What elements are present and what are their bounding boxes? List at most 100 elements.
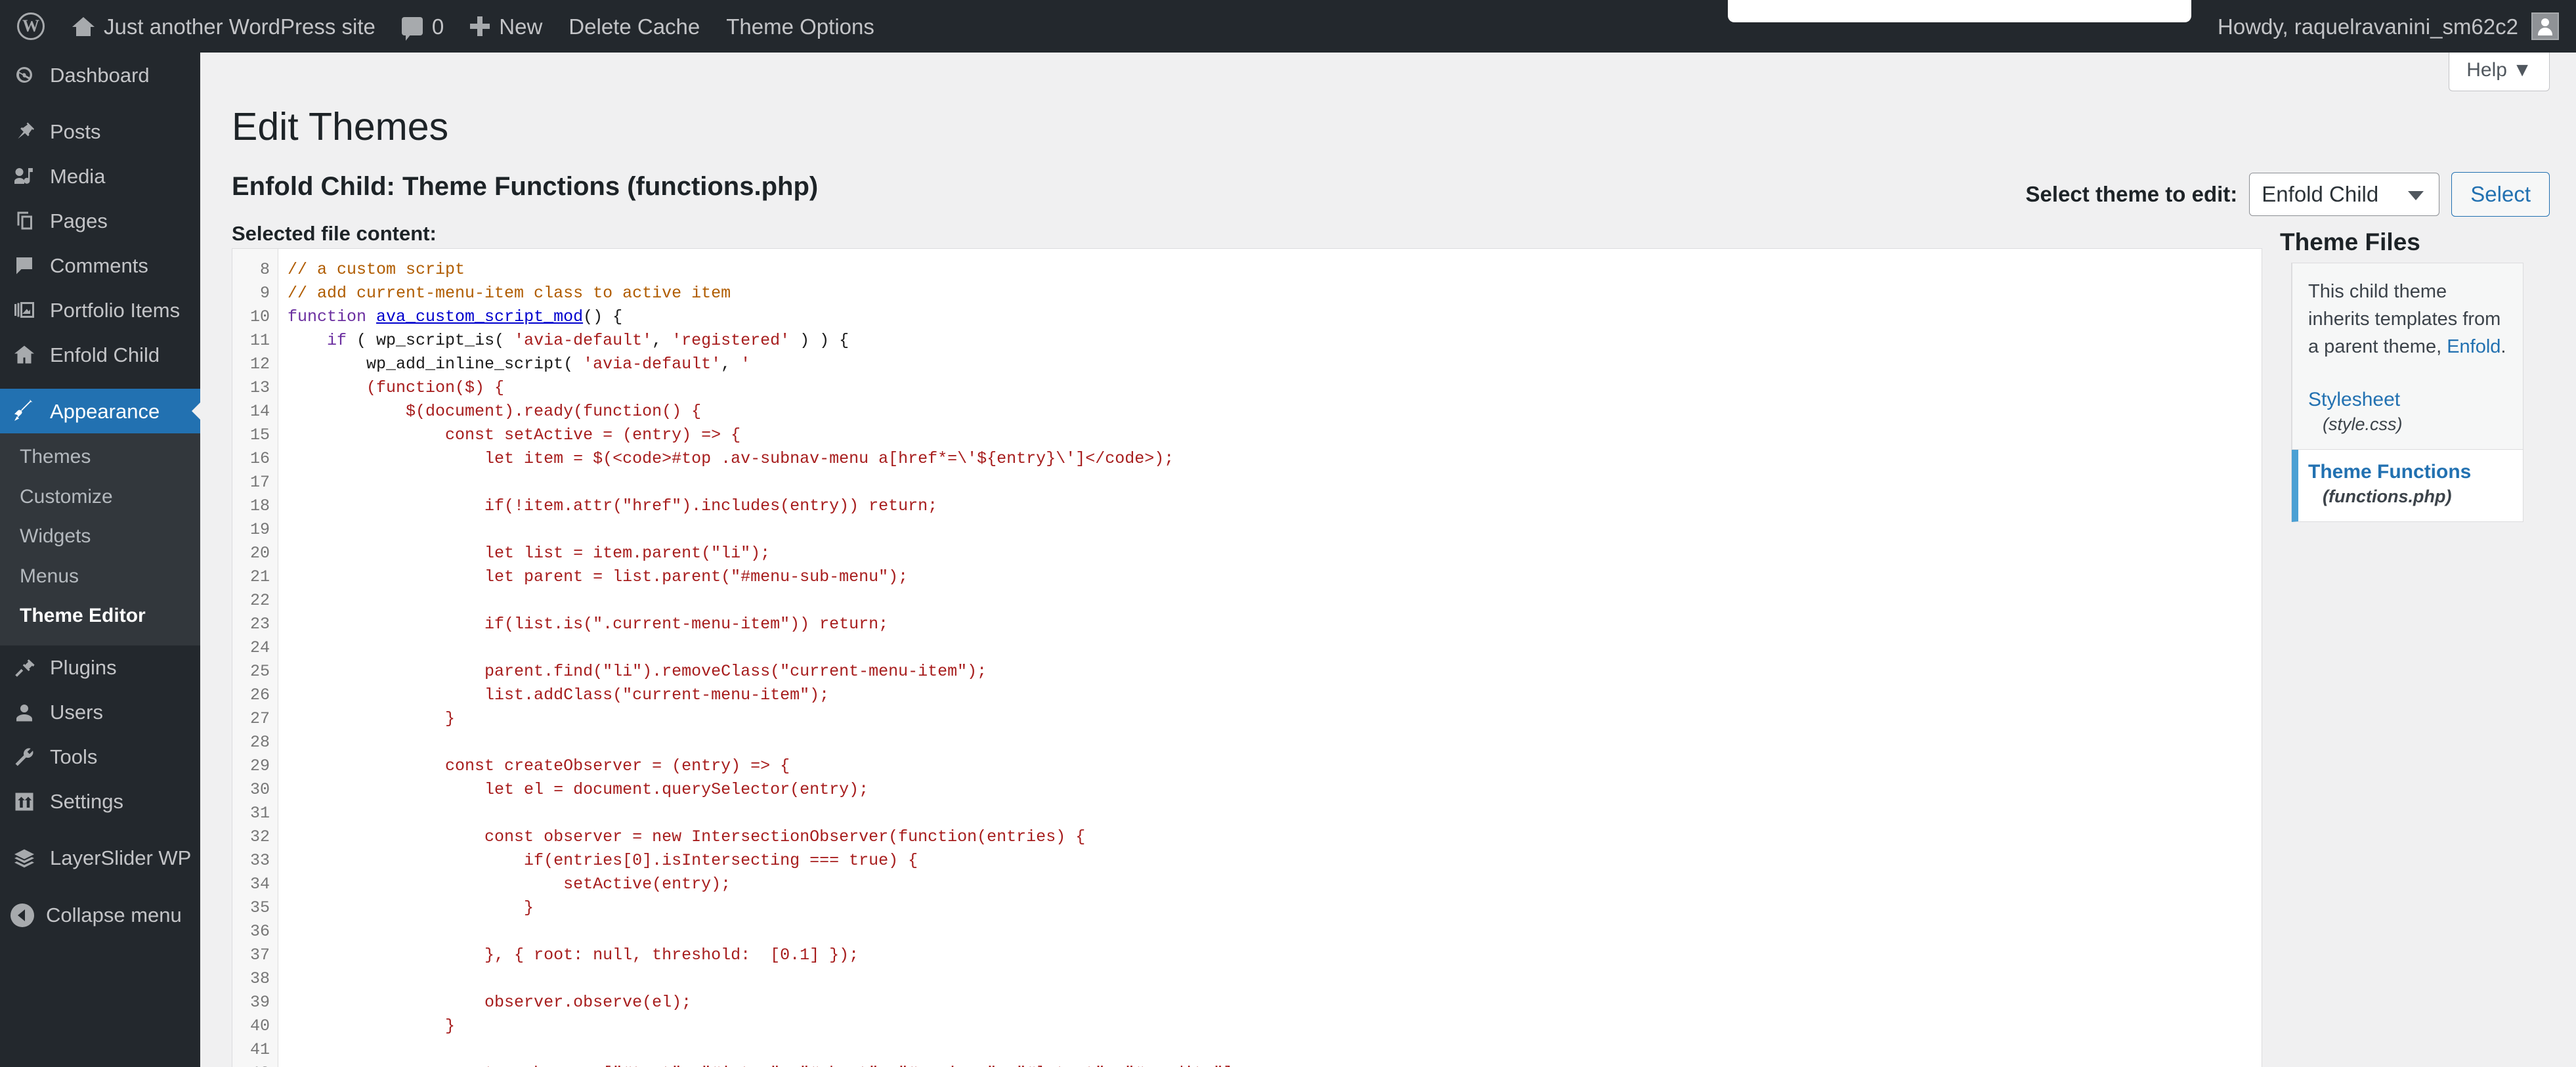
code-line: } [288, 707, 2262, 731]
sidebar-label: Pages [50, 211, 108, 231]
code-line [288, 1038, 2262, 1062]
sidebar-subitem-menus[interactable]: Menus [0, 557, 200, 597]
sidebar-label: Media [50, 166, 105, 186]
theme-file-filename: (style.css) [2308, 412, 2507, 437]
help-tab-button[interactable]: Help ▼ [2449, 53, 2550, 91]
page-title: Edit Themes [232, 104, 448, 150]
sidebar-label: LayerSlider WP [50, 848, 191, 868]
line-number: 25 [232, 660, 278, 684]
code-line: const createObserver = (entry) => { [288, 754, 2262, 778]
wordpress-logo-icon: W [17, 12, 45, 40]
code-token-string: $(document).ready(function() { [288, 402, 701, 421]
code-token-comment: // add current-menu-item class to active… [288, 284, 731, 303]
wordpress-logo-menu[interactable]: W [0, 0, 59, 53]
sidebar-item-portfolio-items[interactable]: Portfolio Items [0, 288, 200, 332]
code-line: }, { root: null, threshold: [0.1] }); [288, 944, 2262, 967]
delete-cache-label: Delete Cache [569, 16, 700, 37]
sidebar-item-media[interactable]: Media [0, 154, 200, 198]
code-token-string: }, { root: null, threshold: [0.1] }); [288, 946, 859, 965]
line-number: 10 [232, 305, 278, 329]
code-line: } [288, 1014, 2262, 1038]
sidebar-item-layerslider-wp[interactable]: LayerSlider WP [0, 836, 200, 881]
delete-cache-menu[interactable]: Delete Cache [555, 0, 713, 53]
wrench-icon [11, 743, 38, 771]
theme-file-name: Theme Functions [2308, 459, 2507, 485]
sidebar-item-settings[interactable]: Settings [0, 779, 200, 824]
file-heading: Enfold Child: Theme Functions (functions… [232, 169, 818, 204]
line-number: 26 [232, 684, 278, 707]
code-token-string: let item = $(<code>#top .av-subnav-menu … [288, 449, 1174, 468]
select-theme-button[interactable]: Select [2451, 172, 2550, 217]
new-content-menu[interactable]: New [457, 0, 555, 53]
code-token-string: let parent = list.parent("#menu-sub-menu… [288, 567, 908, 586]
code-token-string: const anchors = ["#test", "#intro", "#ab… [288, 1064, 1243, 1067]
browser-suggestion-overlay [1728, 0, 2191, 22]
sidebar-item-dashboard[interactable]: Dashboard [0, 53, 200, 97]
line-number: 22 [232, 589, 278, 613]
line-number: 13 [232, 376, 278, 400]
sidebar-subitem-widgets[interactable]: Widgets [0, 517, 200, 557]
avatar [2531, 12, 2559, 40]
code-token-string: } [288, 1016, 455, 1035]
theme-files-list: Stylesheet(style.css)Theme Functions(fun… [2292, 378, 2523, 522]
sidebar-subitem-theme-editor[interactable]: Theme Editor [0, 596, 200, 636]
line-number: 32 [232, 825, 278, 849]
sidebar-item-pages[interactable]: Pages [0, 198, 200, 243]
code-token-string: setActive(entry); [288, 875, 731, 894]
code-token-string: if(!item.attr("href").includes(entry)) r… [288, 496, 937, 515]
site-name-menu[interactable]: Just another WordPress site [59, 0, 389, 53]
theme-select-dropdown[interactable]: Enfold Child [2249, 173, 2439, 216]
theme-file-item[interactable]: Stylesheet(style.css) [2292, 378, 2523, 450]
sidebar-subitem-themes[interactable]: Themes [0, 437, 200, 477]
line-number: 19 [232, 518, 278, 542]
comments-bubble[interactable]: 0 [389, 0, 457, 53]
home-theme-icon [11, 341, 38, 368]
line-number-gutter: 8910111213141516171819202122232425262728… [232, 249, 278, 1067]
sidebar-item-posts[interactable]: Posts [0, 109, 200, 154]
line-number: 12 [232, 353, 278, 376]
users-icon [11, 699, 38, 726]
sidebar-item-plugins[interactable]: Plugins [0, 645, 200, 690]
code-token-plain [288, 331, 327, 350]
code-line [288, 920, 2262, 944]
code-token-string: let list = item.parent("li"); [288, 544, 770, 563]
line-number: 27 [232, 707, 278, 731]
code-content-area[interactable]: // a custom script // add current-menu-it… [278, 249, 2262, 1067]
code-line: setActive(entry); [288, 873, 2262, 896]
pages-icon [11, 207, 38, 234]
line-number: 31 [232, 802, 278, 825]
sidebar-item-users[interactable]: Users [0, 690, 200, 735]
sidebar-item-tools[interactable]: Tools [0, 735, 200, 779]
description-suffix: . [2501, 336, 2506, 357]
code-line: parent.find("li").removeClass("current-m… [288, 660, 2262, 684]
collapse-menu-button[interactable]: Collapse menu [0, 892, 200, 938]
code-line [288, 967, 2262, 991]
pin-icon [11, 118, 38, 145]
parent-theme-link[interactable]: Enfold [2447, 336, 2501, 357]
code-line: const anchors = ["#test", "#intro", "#ab… [288, 1062, 2262, 1067]
code-editor[interactable]: 8910111213141516171819202122232425262728… [232, 248, 2262, 1067]
code-token-plain: , [652, 331, 672, 350]
sidebar-label: Comments [50, 255, 148, 276]
theme-options-menu[interactable]: Theme Options [713, 0, 888, 53]
comments-icon [11, 251, 38, 279]
sidebar-item-appearance[interactable]: Appearance [0, 389, 200, 433]
comment-bubble-icon [402, 17, 423, 35]
line-number: 38 [232, 967, 278, 991]
new-label: New [499, 16, 542, 37]
appearance-brush-icon [11, 397, 38, 425]
theme-files-description: This child theme inherits templates from… [2292, 263, 2523, 378]
sidebar-subitem-customize[interactable]: Customize [0, 477, 200, 517]
code-line [288, 731, 2262, 754]
code-token-keyword: function [288, 307, 376, 326]
account-menu[interactable]: Howdy, raquelravanini_sm62c2 [2218, 0, 2576, 53]
line-number: 14 [232, 400, 278, 424]
theme-file-filename: (functions.php) [2308, 485, 2507, 510]
sidebar-label: Plugins [50, 657, 117, 678]
sidebar-item-enfold-child[interactable]: Enfold Child [0, 332, 200, 377]
code-line: // a custom script [288, 258, 2262, 282]
theme-file-item[interactable]: Theme Functions(functions.php) [2292, 450, 2523, 522]
sidebar-label: Dashboard [50, 65, 150, 85]
code-line: if(!item.attr("href").includes(entry)) r… [288, 494, 2262, 518]
sidebar-item-comments[interactable]: Comments [0, 243, 200, 288]
